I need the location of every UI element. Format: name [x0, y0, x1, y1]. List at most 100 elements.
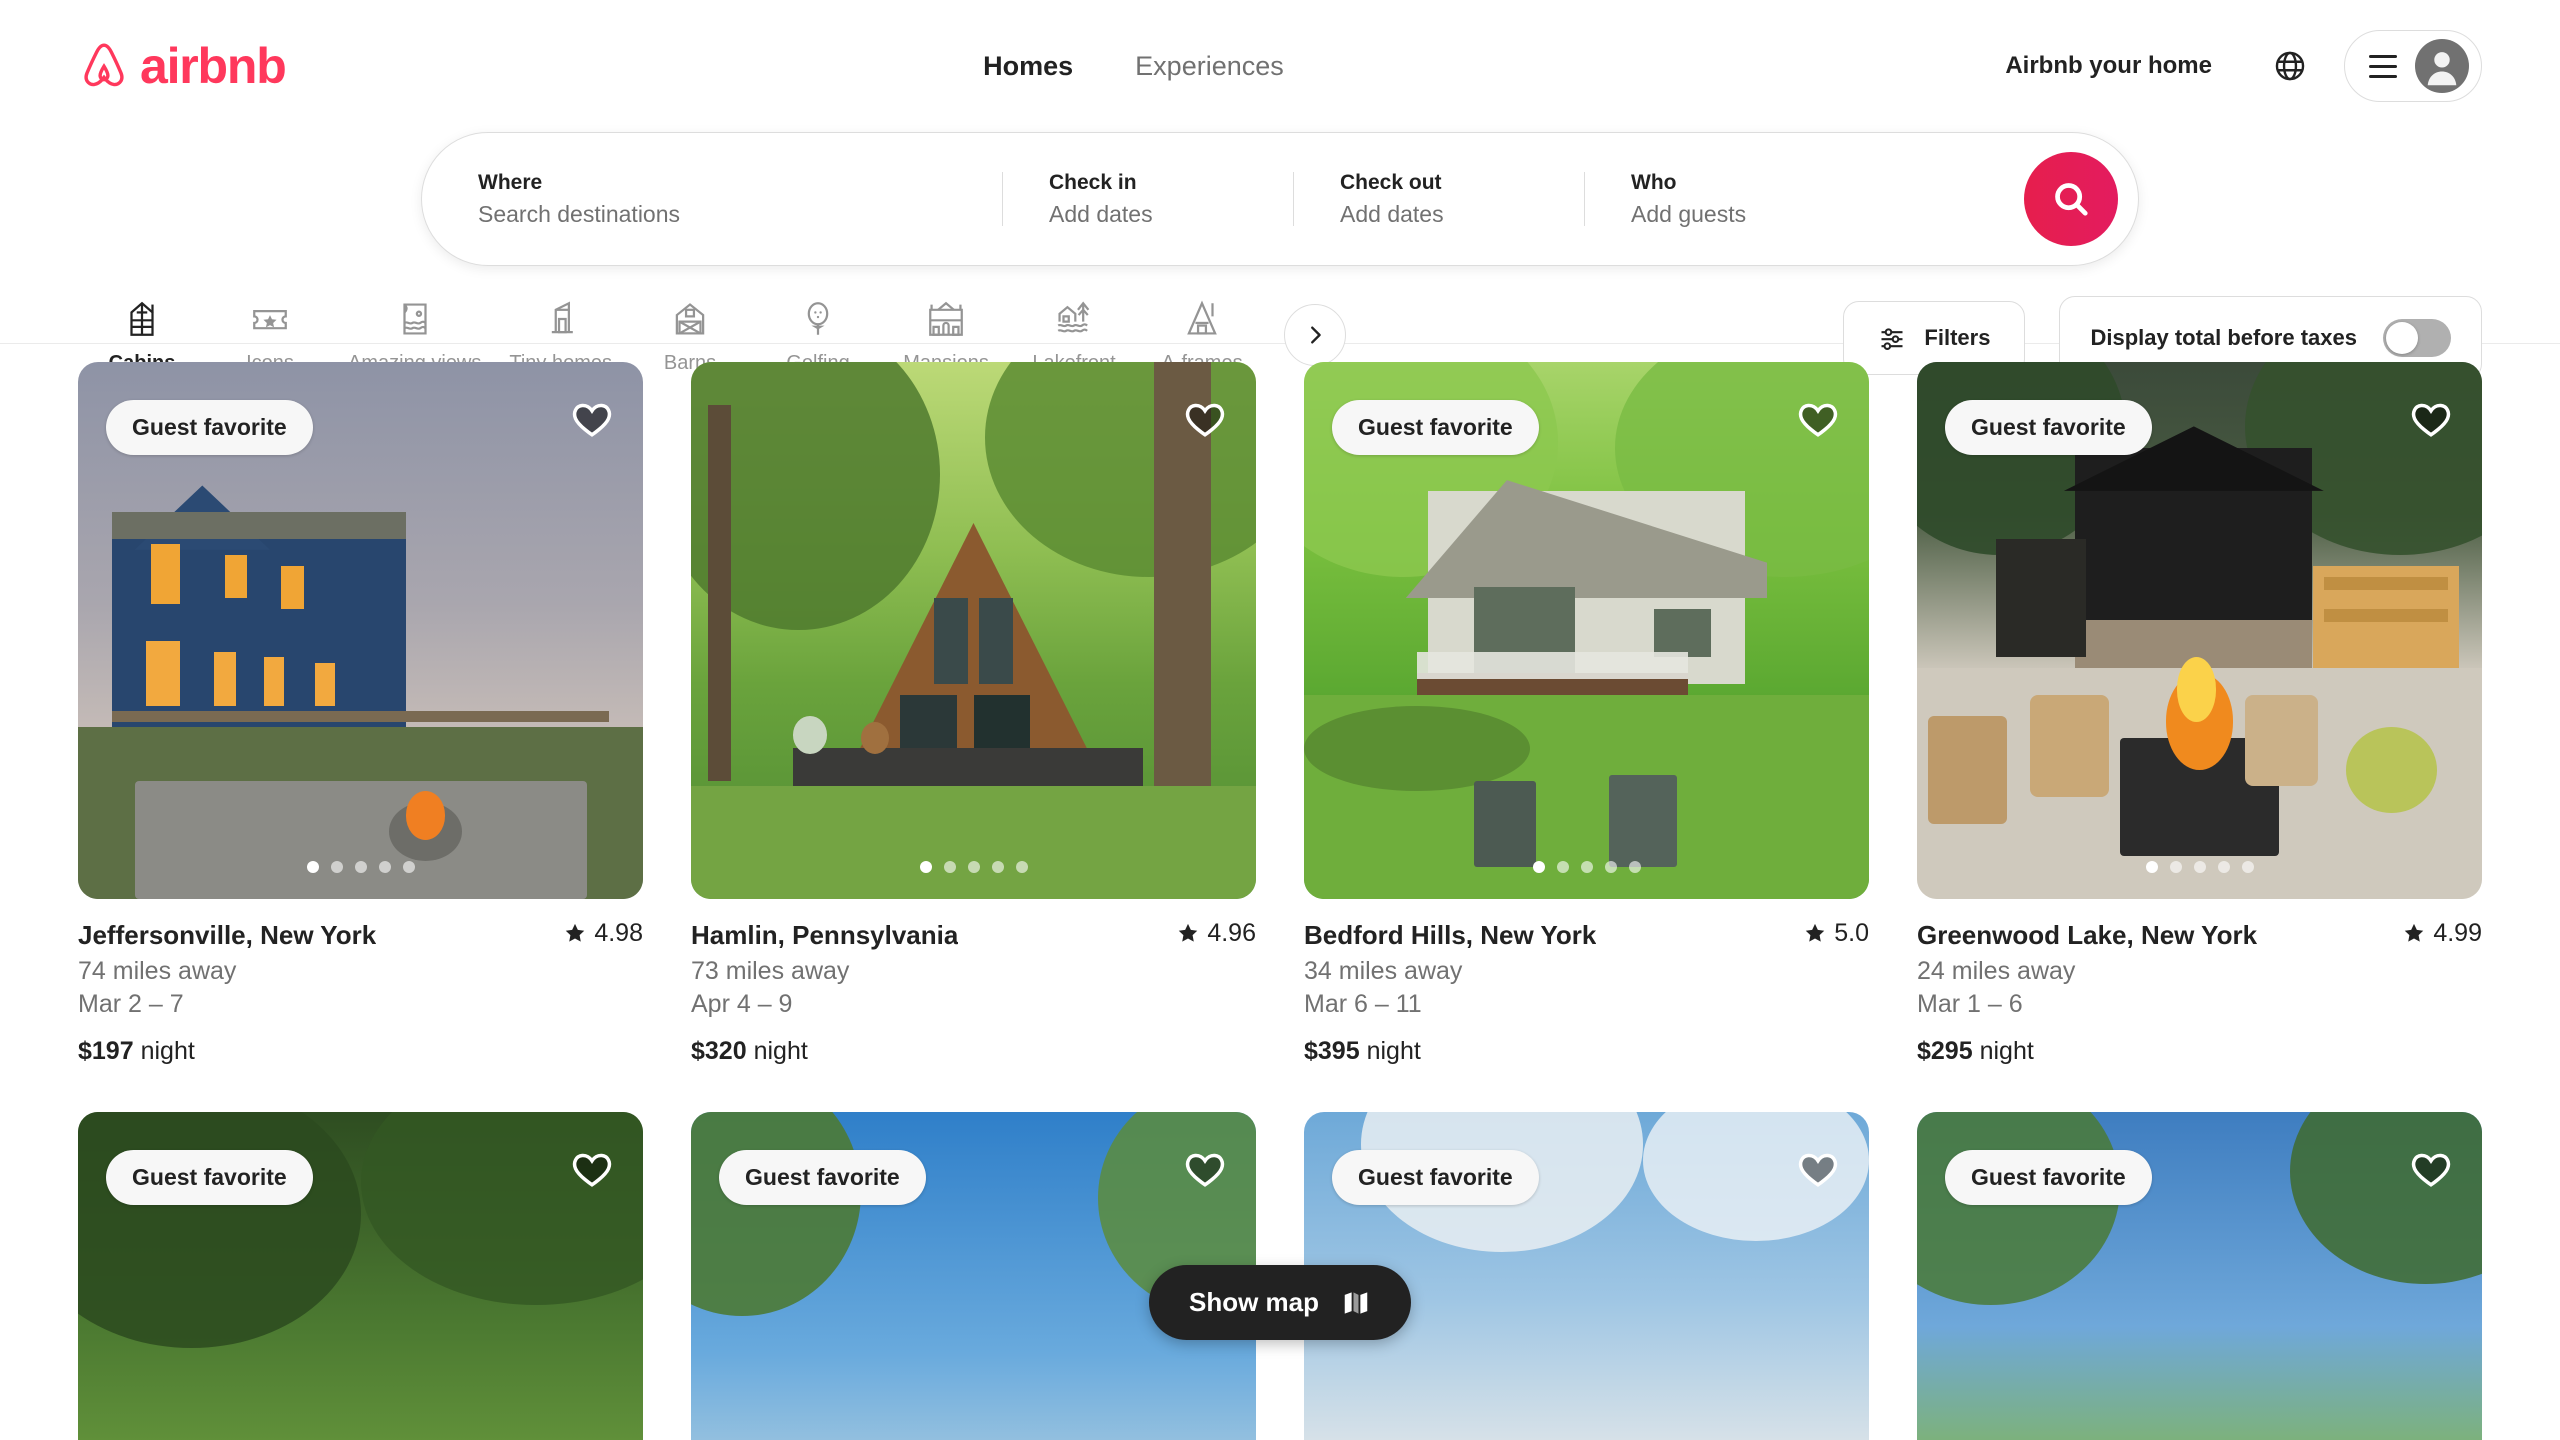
carousel-dot [1580, 860, 1593, 873]
photo-carousel-dots[interactable] [919, 860, 1028, 873]
language-globe-button[interactable] [2258, 34, 2322, 98]
airbnb-belo-icon [84, 43, 124, 87]
nav-tab-experiences[interactable]: Experiences [1135, 51, 1284, 82]
listing-price-amount: $320 [691, 1037, 747, 1066]
heart-icon [572, 403, 612, 437]
photo-carousel-dots[interactable] [306, 860, 415, 873]
show-map-button[interactable]: Show map [1148, 1265, 1412, 1340]
listing-price-amount: $395 [1304, 1037, 1360, 1066]
guest-favorite-badge: Guest favorite [1945, 1150, 2152, 1206]
listing-distance: 24 miles away [1917, 957, 2076, 986]
search-who-value: Add guests [1631, 200, 1747, 227]
guest-favorite-badge: Guest favorite [106, 400, 313, 455]
save-to-wishlist-button[interactable] [1797, 1148, 1839, 1195]
listing-price: $320 night [691, 1037, 1256, 1066]
listing-price-unit: night [753, 1037, 808, 1066]
heart-icon [1185, 403, 1225, 437]
listing-card[interactable]: Guest favorite [78, 1112, 643, 1440]
primary-nav: Homes Experiences [983, 51, 1284, 82]
next-categories-button[interactable] [1284, 304, 1347, 366]
mansion-icon [929, 301, 963, 336]
listing-card[interactable]: Guest favorite Jeffersonville, New York … [78, 362, 643, 1066]
listing-card[interactable]: Hamlin, Pennsylvania 4.96 73 miles away … [691, 362, 1256, 1066]
listing-photo[interactable]: Guest favorite [78, 1112, 643, 1440]
heart-icon [1798, 1154, 1838, 1188]
listing-photo[interactable]: Guest favorite [1917, 362, 2482, 899]
logo-wordmark: airbnb [140, 38, 287, 94]
listing-price-unit: night [140, 1037, 195, 1066]
save-to-wishlist-button[interactable] [1184, 398, 1226, 445]
search-icon [2055, 183, 2088, 216]
listing-card[interactable]: Guest favorite [1917, 1112, 2482, 1440]
search-where-label: Where [478, 170, 543, 194]
globe-icon [2275, 51, 2305, 81]
map-icon [1344, 1291, 1368, 1314]
chevron-right-icon [1311, 326, 1321, 344]
star-icon [2405, 924, 2424, 942]
heart-icon [2411, 1154, 2451, 1188]
save-to-wishlist-button[interactable] [571, 398, 613, 445]
search-checkin-label: Check in [1049, 170, 1137, 194]
carousel-dot [1015, 860, 1028, 873]
header-top-bar: airbnb Homes Experiences Airbnb your hom… [0, 0, 2560, 132]
listing-dates: Apr 4 – 9 [691, 990, 793, 1019]
listing-rating: 4.98 [564, 919, 643, 948]
listing-photo[interactable]: Guest favorite [78, 362, 643, 899]
search-bar[interactable]: Where Search destinations Check in Add d… [421, 132, 2139, 266]
listing-dates: Mar 6 – 11 [1304, 990, 1422, 1019]
guest-favorite-badge: Guest favorite [1332, 400, 1539, 455]
search-checkout-label: Check out [1340, 170, 1442, 194]
star-icon [1805, 924, 1825, 942]
listing-card[interactable]: Guest favorite Greenwood Lake, New York … [1917, 362, 2482, 1066]
save-to-wishlist-button[interactable] [571, 1148, 613, 1195]
airbnb-your-home-link[interactable]: Airbnb your home [1981, 32, 2236, 100]
listing-distance: 73 miles away [691, 957, 850, 986]
listing-photo[interactable]: Guest favorite [1304, 362, 1869, 899]
listing-photo[interactable]: Guest favorite [1917, 1112, 2482, 1440]
heart-icon [1185, 1154, 1225, 1188]
taxes-toggle-label: Display total before taxes [2090, 325, 2357, 350]
listing-photo[interactable] [691, 362, 1256, 899]
carousel-dot [967, 860, 980, 873]
nav-tab-homes[interactable]: Homes [983, 51, 1073, 82]
carousel-dot [378, 860, 391, 873]
carousel-dot [2241, 860, 2254, 873]
save-to-wishlist-button[interactable] [1797, 398, 1839, 445]
listing-rating-value: 4.96 [1207, 918, 1256, 947]
listing-info: Jeffersonville, New York 4.98 74 miles a… [78, 899, 643, 1067]
save-to-wishlist-button[interactable] [2410, 398, 2452, 445]
search-submit-button[interactable] [2024, 152, 2118, 246]
heart-icon [1798, 403, 1838, 437]
guest-favorite-badge: Guest favorite [719, 1150, 926, 1206]
listing-price-amount: $197 [78, 1037, 134, 1066]
taxes-switch[interactable] [2383, 319, 2451, 357]
header-right-controls: Airbnb your home [1981, 30, 2482, 102]
heart-icon [572, 1154, 612, 1188]
profile-menu-button[interactable] [2343, 30, 2482, 102]
listing-price-amount: $295 [1917, 1037, 1973, 1066]
search-checkout-field[interactable]: Check out Add dates [1294, 133, 1584, 265]
star-icon [1179, 924, 1198, 942]
carousel-dot [1604, 860, 1617, 873]
photo-carousel-dots[interactable] [1532, 860, 1641, 873]
search-checkin-field[interactable]: Check in Add dates [1003, 133, 1293, 265]
airbnb-logo[interactable]: airbnb [78, 37, 287, 95]
tiny-home-icon [551, 301, 573, 334]
carousel-dot [354, 860, 367, 873]
search-who-field[interactable]: Who Add guests [1585, 133, 2024, 265]
carousel-dot [306, 860, 319, 873]
listing-card[interactable]: Guest favorite Bedford Hills, New York 5… [1304, 362, 1869, 1066]
carousel-dot [1532, 860, 1545, 873]
listing-rating-value: 5.0 [1834, 918, 1869, 947]
search-checkout-value: Add dates [1340, 200, 1444, 227]
listing-photo-scene [691, 362, 1256, 899]
listing-dates: Mar 2 – 7 [78, 990, 184, 1019]
carousel-dot [2145, 860, 2158, 873]
search-where-field[interactable]: Where Search destinations [432, 133, 1002, 265]
save-to-wishlist-button[interactable] [1184, 1148, 1226, 1195]
cabin-icon [130, 301, 154, 336]
carousel-dot [1556, 860, 1569, 873]
photo-carousel-dots[interactable] [2145, 860, 2254, 873]
save-to-wishlist-button[interactable] [2410, 1148, 2452, 1195]
listing-price-unit: night [1366, 1037, 1421, 1066]
